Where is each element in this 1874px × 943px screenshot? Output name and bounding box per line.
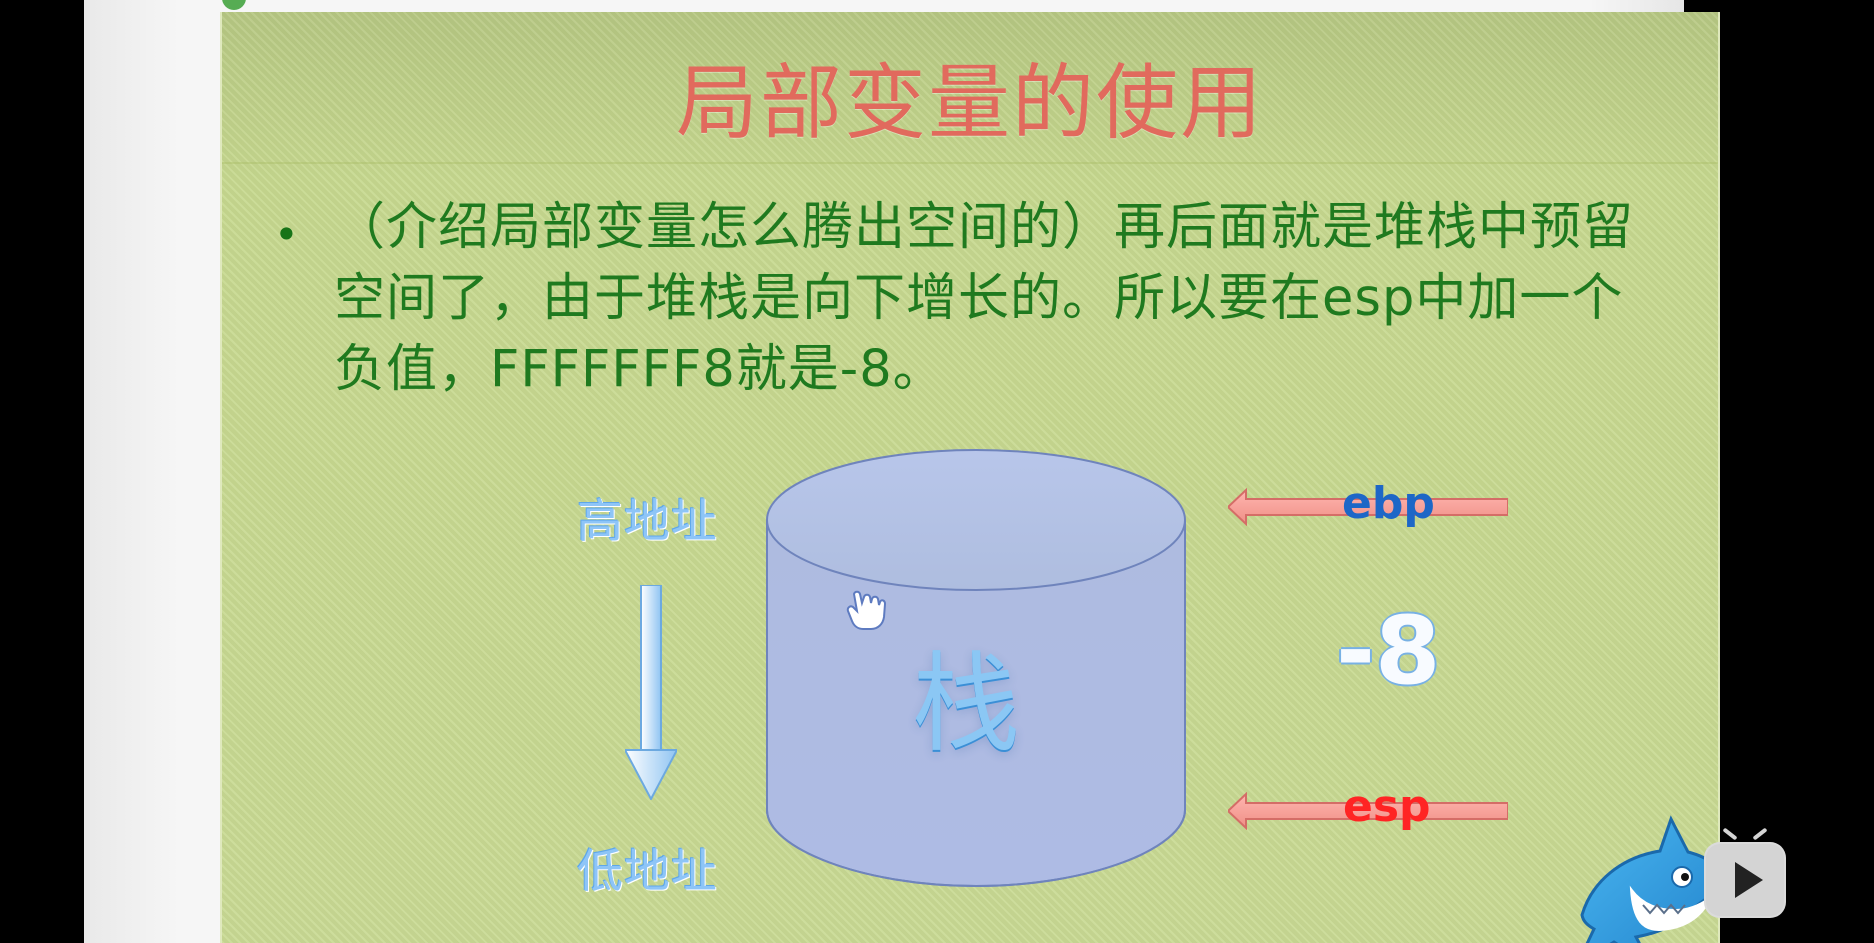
down-arrow-icon: [625, 585, 677, 800]
offset-label: -8: [1336, 597, 1441, 706]
presentation-slide: 局部变量的使用 • （介绍局部变量怎么腾出空间的）再后面就是堆栈中预留空间了，由…: [220, 12, 1720, 943]
bullet-icon: •: [274, 210, 299, 259]
title-band: 局部变量的使用: [222, 12, 1718, 164]
play-button[interactable]: [1704, 842, 1786, 918]
slide-body-text: （介绍局部变量怎么腾出空间的）再后面就是堆栈中预留空间了，由于堆栈是向下增长的。…: [334, 198, 1635, 399]
slide-frame: 局部变量的使用 • （介绍局部变量怎么腾出空间的）再后面就是堆栈中预留空间了，由…: [84, 0, 1720, 943]
play-icon: [1735, 862, 1763, 898]
top-indicator-icon: [222, 0, 246, 10]
stack-label: 栈: [912, 642, 1021, 767]
esp-label: esp: [1343, 781, 1431, 832]
shark-icon: [1580, 815, 1718, 943]
ebp-label: ebp: [1342, 478, 1435, 529]
hand-cursor-icon: [846, 590, 887, 630]
video-player-stage: 局部变量的使用 • （介绍局部变量怎么腾出空间的）再后面就是堆栈中预留空间了，由…: [0, 0, 1874, 943]
slide-title: 局部变量的使用: [675, 56, 1264, 151]
high-address-label: 高地址: [577, 494, 718, 548]
low-address-label: 低地址: [577, 844, 718, 898]
